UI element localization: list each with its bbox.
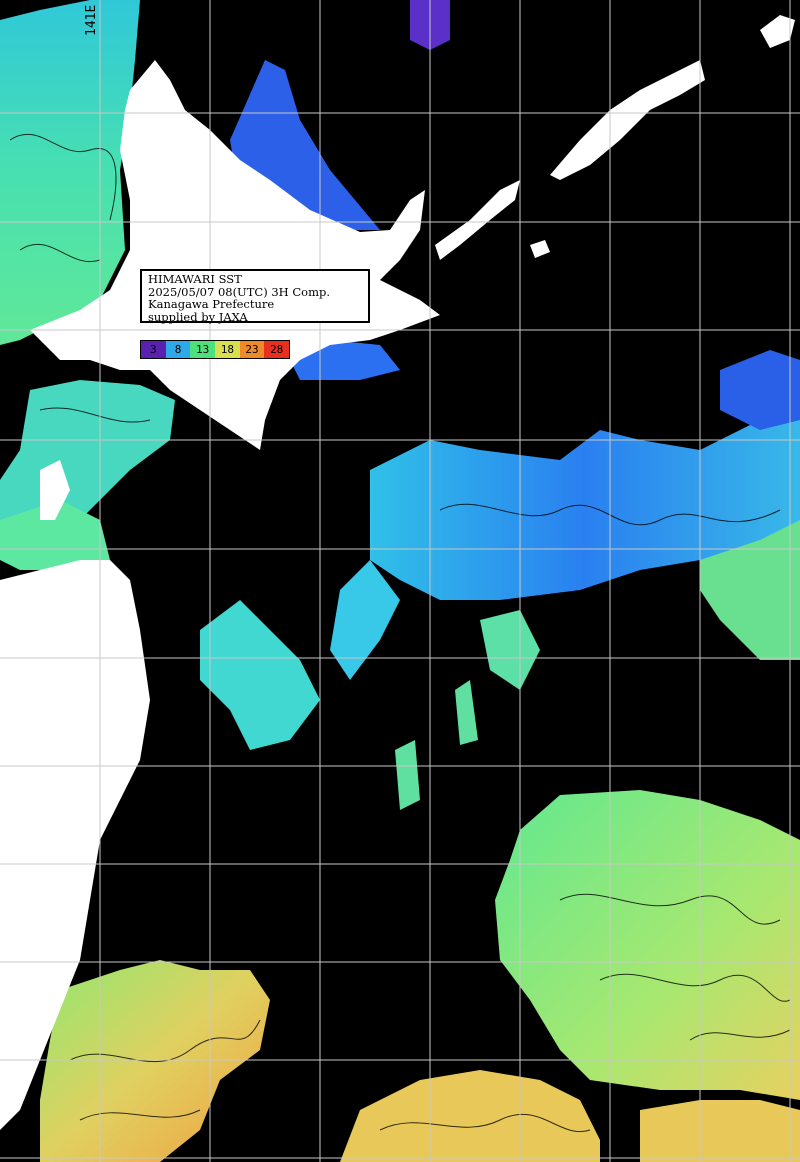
scale-segment: 13 — [190, 341, 216, 358]
sst-patch-south-east-coast — [640, 1100, 800, 1162]
map-info-box: HIMAWARI SST 2025/05/07 08(UTC) 3H Comp.… — [140, 269, 370, 323]
scale-label: 3 — [150, 343, 157, 356]
scale-segment: 8 — [165, 341, 191, 358]
lon-label-141e: 141E — [84, 5, 99, 36]
scale-label: 18 — [220, 343, 234, 356]
scale-label: 8 — [174, 343, 182, 356]
scale-label: 28 — [270, 343, 284, 356]
info-line-title: HIMAWARI SST — [148, 272, 242, 286]
lon-label-147e: 147E — [567, 5, 582, 36]
sst-map: 141E 144E 147E — [0, 0, 800, 1162]
scale-label: 23 — [245, 343, 259, 356]
info-line-supplier: supplied by JAXA — [148, 309, 248, 324]
lon-label-144e: 144E — [325, 5, 340, 36]
scale-segment: 28 — [264, 341, 289, 358]
scale-label: 13 — [196, 343, 210, 356]
scale-segment: 3 — [141, 341, 166, 358]
info-line-prefecture: Kanagawa Prefecture — [148, 297, 275, 311]
color-scale-legend: 3 8 13 18 23 28 — [140, 340, 290, 359]
scale-segment: 18 — [215, 341, 240, 358]
scale-segment: 23 — [239, 341, 265, 358]
